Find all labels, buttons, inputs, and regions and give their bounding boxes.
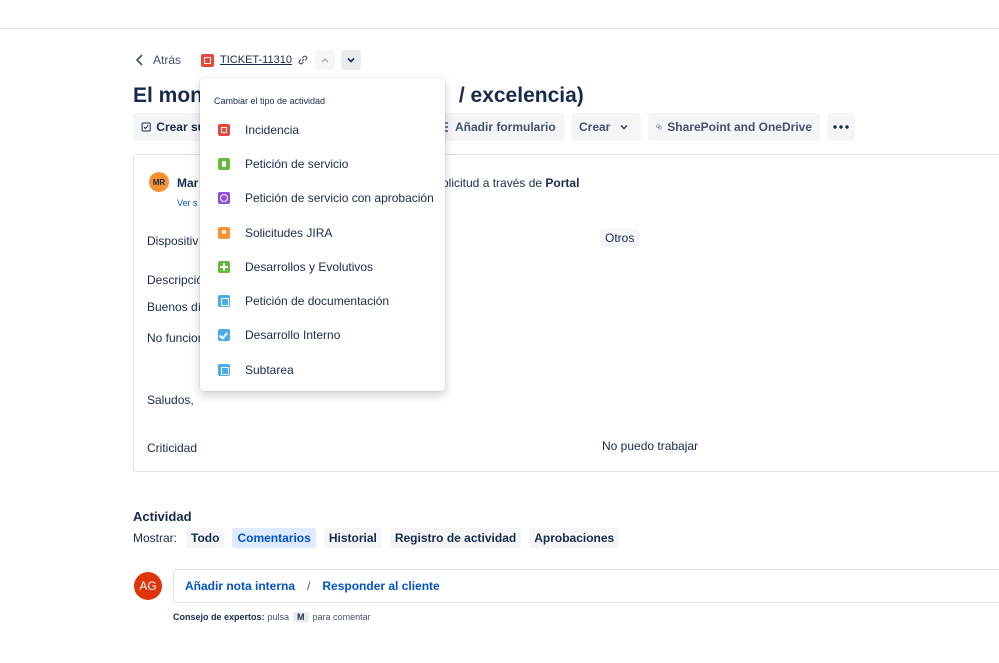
description-label: Descripció	[147, 273, 204, 287]
pro-tip: Consejo de expertos: pulsa M para coment…	[173, 612, 371, 622]
request-via-channel: Portal	[545, 176, 580, 190]
change-type-dropdown: Cambiar el tipo de actividad Incidencia …	[200, 78, 445, 391]
sharepoint-icon	[656, 124, 662, 130]
title-part-right: / excelencia)	[458, 84, 584, 107]
description-line-3: Saludos,	[147, 393, 194, 407]
type-option-subtarea[interactable]: Subtarea	[200, 355, 445, 385]
pro-tip-label: Consejo de expertos:	[173, 612, 265, 622]
peticion-aprobacion-icon	[218, 192, 230, 204]
type-option-label: Solicitudes JIRA	[245, 226, 333, 240]
type-option-label: Incidencia	[245, 123, 300, 137]
back-label: Atrás	[153, 53, 182, 67]
chevron-down-icon	[347, 57, 355, 63]
type-option-desarrollos[interactable]: Desarrollos y Evolutivos	[200, 252, 445, 282]
more-icon	[833, 125, 849, 129]
device-value[interactable]: Otros	[600, 229, 640, 247]
pro-tip-press: pulsa	[267, 612, 290, 622]
incidencia-icon	[218, 124, 230, 136]
change-type-up-button[interactable]	[314, 50, 335, 70]
reply-customer-link[interactable]: Responder al cliente	[322, 579, 439, 593]
filter-historial[interactable]: Historial	[323, 528, 382, 548]
reporter-name[interactable]: Mar	[177, 176, 198, 190]
filter-todo[interactable]: Todo	[186, 528, 225, 548]
device-label: Dispositiv	[147, 234, 199, 248]
filter-registro-actividad[interactable]: Registro de actividad	[389, 528, 522, 548]
subtask-icon	[141, 122, 151, 132]
top-divider	[0, 28, 999, 29]
filter-aprobaciones[interactable]: Aprobaciones	[529, 528, 620, 548]
breadcrumb: Atrás TICKET-11310	[133, 50, 361, 70]
type-option-label: Petición de servicio	[245, 157, 349, 171]
solicitudes-jira-icon	[218, 227, 230, 239]
type-option-label: Desarrollo Interno	[245, 328, 341, 342]
type-option-label: Subtarea	[245, 363, 294, 377]
type-option-solicitudes-jira[interactable]: Solicitudes JIRA	[200, 218, 445, 248]
show-label: Mostrar:	[133, 531, 178, 545]
type-option-documentacion[interactable]: Petición de documentación	[200, 286, 445, 316]
activity-filter-row: Mostrar: Todo Comentarios Historial Regi…	[133, 528, 627, 548]
add-form-button[interactable]: Añadir formulario	[430, 113, 565, 141]
documentacion-icon	[218, 295, 230, 307]
type-option-incidencia[interactable]: Incidencia	[200, 115, 445, 145]
title-part-left: El moni	[133, 84, 209, 107]
type-option-label: Desarrollos y Evolutivos	[245, 260, 374, 274]
chevron-down-icon	[620, 124, 628, 130]
criticidad-label: Criticidad	[147, 441, 198, 455]
filter-comentarios[interactable]: Comentarios	[232, 528, 316, 548]
desarrollos-icon	[218, 261, 230, 273]
more-actions-button[interactable]	[827, 113, 855, 141]
ticket-link[interactable]: TICKET-11310	[201, 53, 309, 67]
link-icon[interactable]	[297, 54, 309, 66]
comment-box[interactable]: Añadir nota interna / Responder al clien…	[173, 569, 999, 603]
type-option-desarrollo-interno[interactable]: Desarrollo Interno	[200, 320, 445, 350]
create-subtask-label: Crear su	[156, 120, 205, 134]
create-button[interactable]: Crear	[571, 113, 641, 141]
subtarea-icon	[218, 364, 230, 376]
view-request-link[interactable]: Ver s	[177, 198, 198, 208]
criticidad-value[interactable]: No puedo trabajar	[602, 439, 698, 453]
description-line-1: Buenos día	[147, 300, 208, 314]
peticion-servicio-icon	[218, 158, 230, 170]
sharepoint-label: SharePoint and OneDrive	[667, 120, 812, 134]
request-via-prefix: olicitud a través de	[442, 176, 543, 190]
dropdown-header: Cambiar el tipo de actividad	[214, 96, 326, 106]
comment-separator: /	[307, 579, 311, 593]
back-button[interactable]: Atrás	[133, 53, 181, 67]
user-avatar[interactable]: AG	[134, 572, 162, 600]
add-form-label: Añadir formulario	[455, 120, 556, 134]
desarrollo-interno-icon	[218, 329, 230, 341]
chevron-left-icon	[135, 54, 143, 66]
activity-title: Actividad	[133, 509, 192, 524]
create-label: Crear	[579, 120, 611, 134]
sharepoint-onedrive-button[interactable]: SharePoint and OneDrive	[648, 113, 820, 141]
type-option-label: Petición de documentación	[245, 294, 390, 308]
ticket-key[interactable]: TICKET-11310	[220, 54, 292, 66]
reporter-avatar[interactable]: MR	[149, 172, 169, 192]
change-type-dropdown-button[interactable]	[340, 50, 361, 70]
shortcut-key: M	[293, 612, 309, 622]
chevron-up-icon	[321, 58, 329, 63]
description-line-2: No funcion	[147, 331, 205, 345]
type-option-peticion-aprobacion[interactable]: Petición de servicio con aprobación	[200, 183, 445, 213]
request-channel-text: olicitud a través de Portal	[442, 176, 579, 190]
pro-tip-after: para comentar	[312, 612, 371, 622]
add-internal-note-link[interactable]: Añadir nota interna	[185, 579, 295, 593]
type-option-label: Petición de servicio con aprobación	[245, 191, 434, 205]
type-option-peticion-servicio[interactable]: Petición de servicio	[200, 149, 445, 179]
incidencia-icon	[201, 53, 215, 67]
